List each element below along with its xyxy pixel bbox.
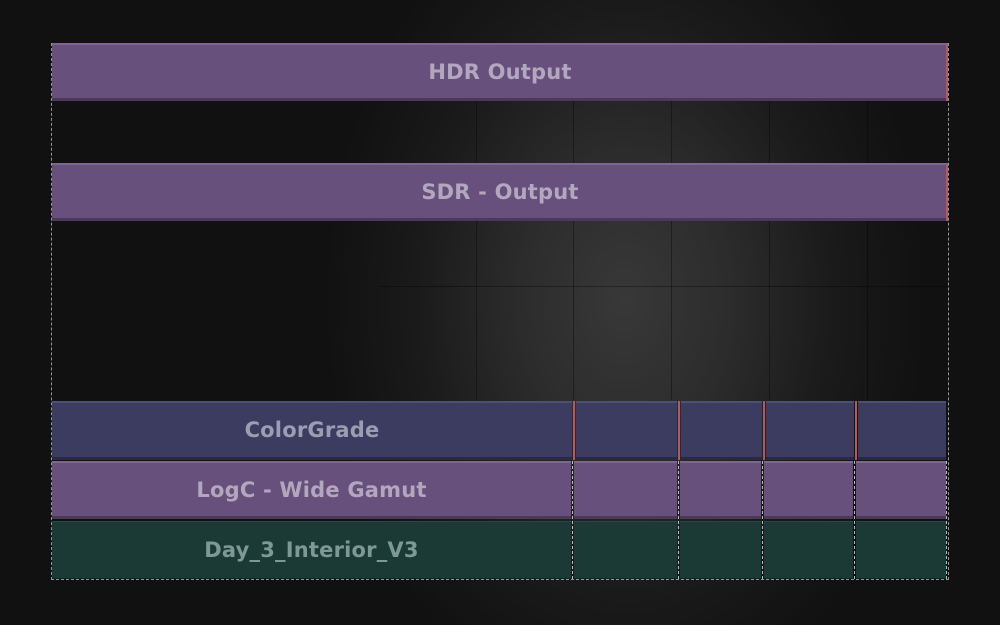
clip-separator (572, 461, 574, 579)
logc-segment[interactable] (856, 461, 946, 519)
logc-segment[interactable] (680, 461, 761, 519)
color-grade-segment[interactable] (681, 401, 762, 460)
edit-marker (946, 45, 948, 101)
color-grade-label: ColorGrade (244, 418, 380, 442)
color-grade-segment[interactable] (576, 401, 677, 460)
logc-segment[interactable] (764, 461, 853, 519)
source-segment[interactable] (574, 521, 677, 579)
logc-label: LogC - Wide Gamut (196, 477, 427, 502)
source-segment[interactable] (680, 521, 761, 579)
clip-separator (762, 461, 764, 579)
clip-separator (946, 461, 948, 579)
logc-clip[interactable]: LogC - Wide Gamut (52, 461, 571, 519)
clip-separator (854, 461, 856, 579)
source-clip[interactable]: Day_3_Interior_V3 (52, 521, 571, 579)
edit-marker (573, 401, 575, 460)
sdr-output-label: SDR - Output (421, 179, 579, 204)
color-grade-segment[interactable] (766, 401, 854, 460)
edit-marker (763, 401, 765, 460)
source-segment[interactable] (764, 521, 853, 579)
edit-marker (946, 165, 948, 221)
edit-marker (678, 401, 680, 460)
source-segment[interactable] (856, 521, 946, 579)
hdr-output-clip[interactable]: HDR Output (52, 43, 948, 101)
edit-marker (855, 401, 857, 460)
color-grade-segment[interactable] (858, 401, 946, 460)
sdr-output-clip[interactable]: SDR - Output (52, 163, 948, 221)
color-grade-clip[interactable]: ColorGrade (52, 401, 572, 460)
logc-segment[interactable] (574, 461, 677, 519)
hdr-output-label: HDR Output (428, 59, 572, 84)
source-label: Day_3_Interior_V3 (204, 538, 419, 562)
clip-separator (678, 461, 680, 579)
